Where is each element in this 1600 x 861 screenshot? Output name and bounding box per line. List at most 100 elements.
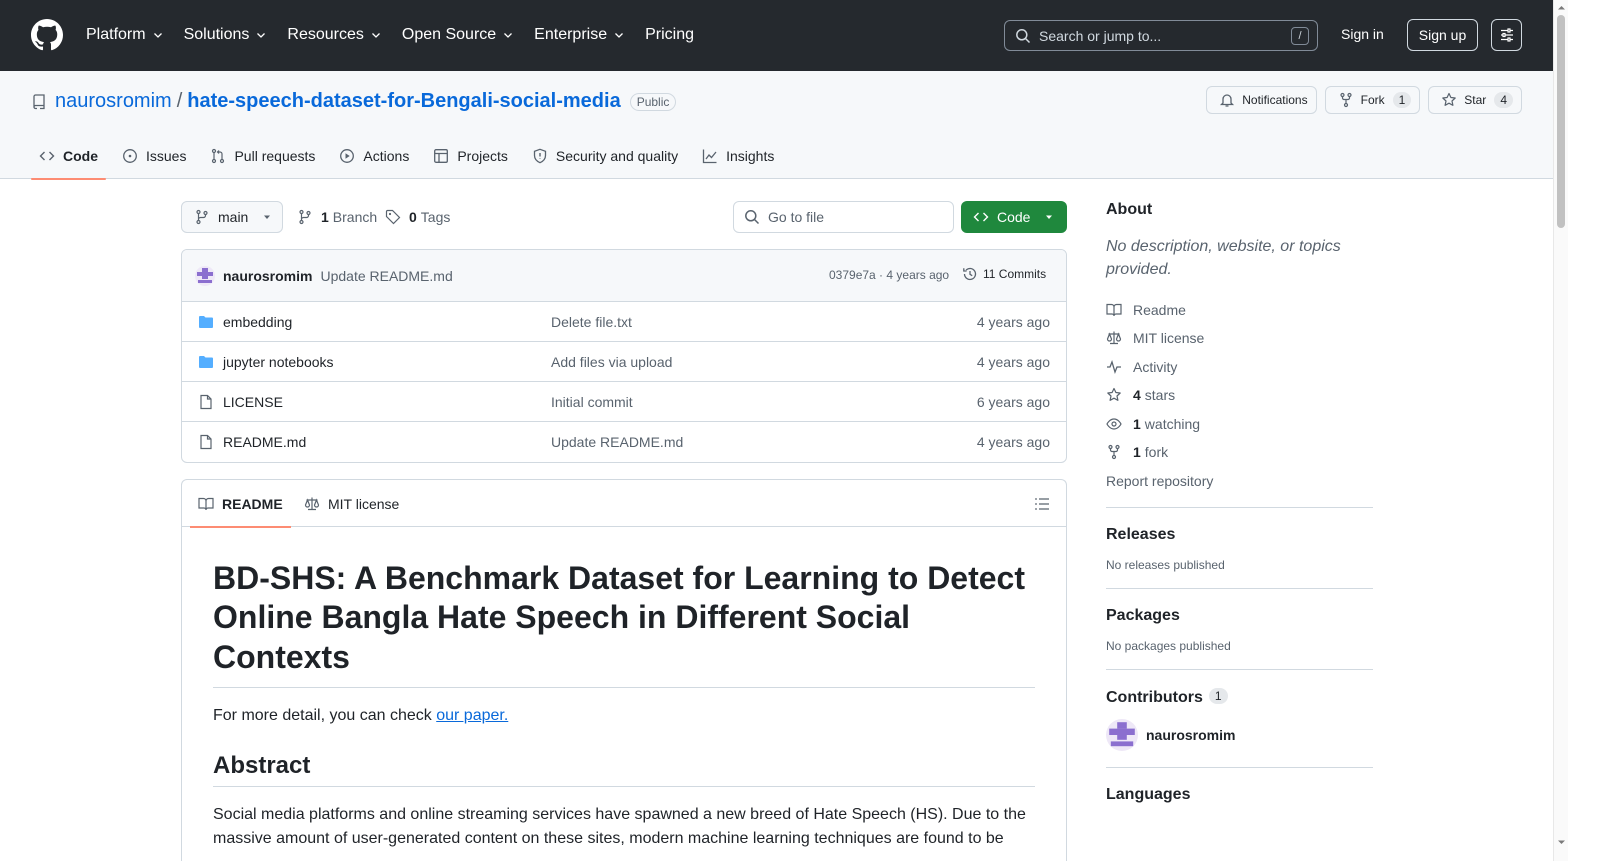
license-link[interactable]: MIT license [1106,324,1373,353]
notifications-button[interactable]: Notifications [1206,86,1317,114]
stars-count: 4 [1133,387,1141,404]
file-name-link[interactable]: LICENSE [223,394,283,410]
go-to-file-input[interactable]: Go to file [733,201,954,233]
star-icon [1441,92,1457,108]
nav-platform[interactable]: Platform [86,22,164,48]
sign-in-link[interactable]: Sign in [1341,26,1384,42]
search-input[interactable]: Search or jump to... / [1004,20,1318,51]
visibility-badge: Public [629,92,677,111]
github-logo-icon[interactable] [31,19,63,51]
tab-label: Issues [146,148,187,164]
repo-title: naurosromim / hate-speech-dataset-for-Be… [31,90,677,113]
stars-link[interactable]: 4 stars [1106,381,1373,410]
commit-author-link[interactable]: naurosromim [223,268,312,284]
tab-readme[interactable]: README [190,480,291,528]
nav-solutions[interactable]: Solutions [184,22,268,48]
releases-empty-text: No releases published [1106,557,1225,572]
branches-link[interactable]: 1 Branch [297,209,377,225]
tab-issues[interactable]: Issues [114,133,194,179]
tab-security[interactable]: Security and quality [524,133,686,179]
fork-button[interactable]: Fork 1 [1324,86,1421,114]
tab-pull-requests[interactable]: Pull requests [202,133,323,179]
forks-link[interactable]: 1 fork [1106,438,1373,467]
page-scrollbar[interactable] [1553,0,1568,861]
repo-tabs: Code Issues Pull requests Actions Projec… [31,133,790,180]
fork-count: 1 [1392,92,1412,108]
tab-label: Code [63,148,98,164]
releases-heading[interactable]: Releases [1106,526,1373,544]
repo-name-link[interactable]: hate-speech-dataset-for-Bengali-social-m… [187,90,620,113]
fork-label: Fork [1360,93,1385,107]
nav-label: Enterprise [534,26,608,43]
main-content: main 1 Branch 0 Tags Go to file Code nau… [181,201,1067,861]
sign-up-button[interactable]: Sign up [1407,19,1478,51]
settings-menu-button[interactable] [1491,19,1522,51]
nav-label: Pricing [645,26,694,43]
star-label: Star [1464,93,1487,107]
commit-sha-age[interactable]: 0379e7a · 4 years ago [829,268,949,282]
tag-icon [385,209,401,225]
avatar[interactable] [195,265,215,286]
readme-tabs: README MIT license [182,480,1066,528]
pulse-icon [1106,359,1122,375]
tab-projects[interactable]: Projects [425,133,516,179]
code-download-button[interactable]: Code [961,201,1067,233]
folder-icon [198,314,214,330]
file-name-link[interactable]: README.md [223,434,306,450]
tab-label: README [222,495,283,512]
caret-down-icon [262,212,272,222]
activity-link[interactable]: Activity [1106,352,1373,381]
tag-count: 0 [409,209,417,225]
scrollbar-thumb[interactable] [1557,15,1565,228]
link-label: watching [1144,415,1201,432]
commit-message-link[interactable]: Update README.md [320,268,452,284]
file-name-link[interactable]: jupyter notebooks [223,354,334,370]
scroll-up-arrow-icon[interactable] [1557,3,1566,12]
repo-owner-link[interactable]: naurosromim [55,90,172,113]
file-commit-date: 4 years ago [976,354,1050,370]
star-button[interactable]: Star 4 [1428,86,1522,114]
code-icon [973,209,989,225]
pull-request-icon [210,148,226,164]
avatar[interactable] [1106,718,1138,751]
contributors-heading-label: Contributors [1106,688,1203,706]
nav-pricing[interactable]: Pricing [645,22,694,48]
repo-header: naurosromim / hate-speech-dataset-for-Be… [0,71,1553,180]
file-commit-message[interactable]: Add files via upload [551,354,672,370]
watchers-link[interactable]: 1 watching [1106,409,1373,438]
nav-label: Open Source [401,26,497,43]
nav-resources[interactable]: Resources [287,22,381,48]
branch-count-label: Branch [332,209,378,225]
table-row: README.md Update README.md 4 years ago [182,422,1066,462]
tab-license[interactable]: MIT license [304,480,399,527]
file-commit-message[interactable]: Update README.md [551,434,683,450]
list-outline-icon[interactable] [1034,496,1050,512]
paper-link[interactable]: our paper. [436,707,508,724]
scroll-down-arrow-icon[interactable] [1557,838,1566,847]
contributor-item[interactable]: naurosromim [1106,718,1373,751]
tab-actions[interactable]: Actions [331,133,417,179]
nav-label: Solutions [183,26,250,43]
report-repository-link[interactable]: Report repository [1106,466,1373,495]
file-commit-message[interactable]: Delete file.txt [551,314,632,330]
readme-link[interactable]: Readme [1106,295,1373,324]
contributors-count: 1 [1208,687,1228,704]
commits-history-link[interactable]: 11 Commits [962,266,1046,282]
tab-insights[interactable]: Insights [694,133,782,179]
file-name-link[interactable]: embedding [223,314,292,330]
packages-heading[interactable]: Packages [1106,607,1373,625]
abstract-heading: Abstract [213,752,1035,788]
contributor-name[interactable]: naurosromim [1146,727,1235,743]
link-label: MIT license [1133,330,1205,347]
branch-selector[interactable]: main [181,201,283,233]
file-commit-message[interactable]: Initial commit [551,394,633,410]
releases-section: Releases No releases published [1106,506,1373,572]
nav-enterprise[interactable]: Enterprise [534,22,625,48]
contributors-heading[interactable]: Contributors 1 [1106,687,1373,707]
tags-link[interactable]: 0 Tags [385,209,450,225]
nav-open-source[interactable]: Open Source [402,22,514,48]
chevron-down-icon [502,29,514,41]
chevron-down-icon [255,29,267,41]
tab-code[interactable]: Code [31,133,106,180]
repo-actions: Notifications Fork 1 Star 4 [1206,86,1522,114]
